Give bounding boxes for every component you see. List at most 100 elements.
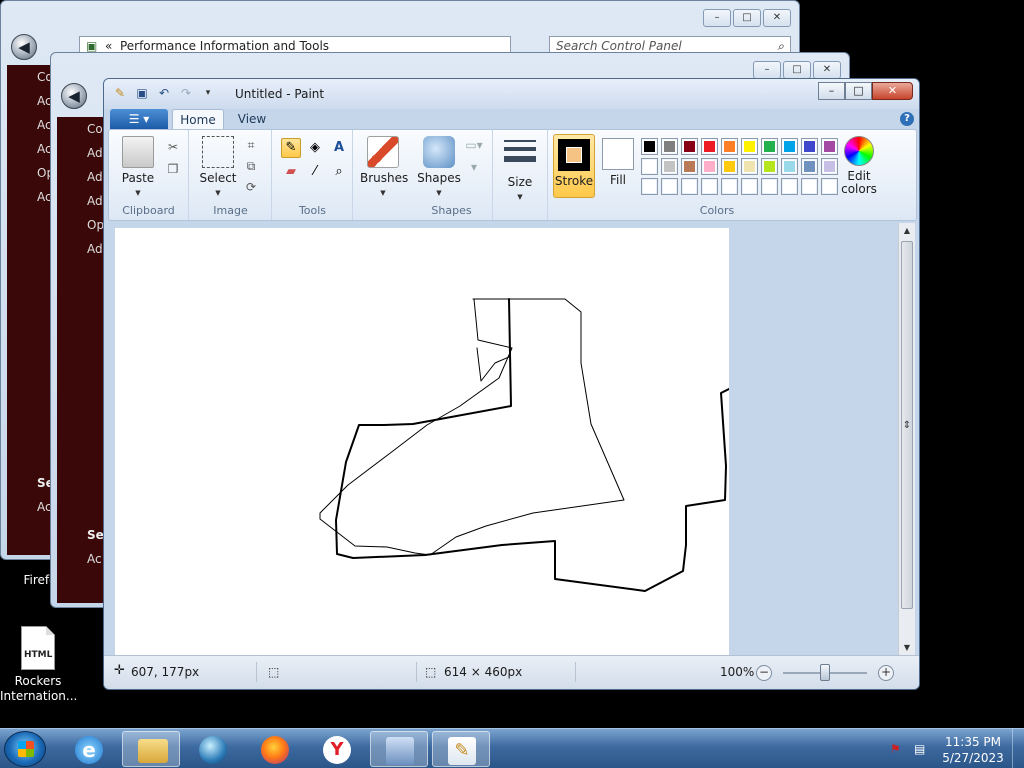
help-icon[interactable]: ? <box>900 112 914 126</box>
paint-menu-button[interactable]: ☰ ▾ <box>110 109 168 129</box>
start-button[interactable] <box>4 731 46 767</box>
taskbar-firefox[interactable] <box>246 731 304 767</box>
desktop-icon-html-file[interactable]: HTML Rockers Internation... <box>0 626 77 704</box>
back-button[interactable]: ◀ <box>61 83 87 109</box>
color-swatch[interactable] <box>681 178 698 195</box>
shapes-button[interactable]: Shapes ▼ <box>417 136 461 200</box>
undo-icon[interactable]: ↶ <box>156 85 172 101</box>
select-button[interactable]: Select ▼ <box>198 136 238 200</box>
taskbar-yandex[interactable]: Y <box>308 731 366 767</box>
color-swatch[interactable] <box>741 158 758 175</box>
paste-button[interactable]: Paste ▼ <box>117 136 159 200</box>
color-swatch[interactable] <box>741 138 758 155</box>
color-swatch[interactable] <box>761 158 778 175</box>
title-bar[interactable]: ✎ ▣ ↶ ↷ ▾ Untitled - Paint – □ ✕ <box>104 79 919 109</box>
clock[interactable]: 11:35 PM 5/27/2023 <box>940 734 1006 766</box>
fill-style-icon[interactable]: ▾ <box>465 158 483 176</box>
customize-qat-icon[interactable]: ▾ <box>200 85 216 101</box>
save-icon[interactable]: ▣ <box>134 85 150 101</box>
rotate-icon[interactable]: ⟳ <box>242 178 260 196</box>
copy-icon[interactable]: ❐ <box>164 160 182 178</box>
color-swatch[interactable] <box>721 178 738 195</box>
taskbar-internet-explorer[interactable]: e <box>60 731 118 767</box>
color-swatch[interactable] <box>821 158 838 175</box>
color-swatch[interactable] <box>761 138 778 155</box>
eraser-icon[interactable]: ▰ <box>281 162 301 182</box>
color-swatch[interactable] <box>701 158 718 175</box>
color-swatch[interactable] <box>801 138 818 155</box>
close-button[interactable]: ✕ <box>763 9 791 27</box>
zoom-out-icon[interactable]: − <box>756 665 772 681</box>
magnifier-icon[interactable]: ⌕ <box>329 162 349 182</box>
tab-view[interactable]: View <box>232 109 272 130</box>
color-swatch[interactable] <box>801 158 818 175</box>
color-swatch[interactable] <box>781 178 798 195</box>
color-swatch[interactable] <box>641 178 658 195</box>
color-swatch[interactable] <box>821 138 838 155</box>
sidebar-item[interactable]: Ad <box>57 165 107 189</box>
tab-home[interactable]: Home <box>172 109 224 130</box>
maximize-button[interactable]: □ <box>783 61 811 79</box>
stroke-color-button[interactable]: Stroke <box>553 134 595 198</box>
sidebar-item[interactable]: Ad <box>57 189 107 213</box>
taskbar-explorer[interactable] <box>122 731 180 767</box>
zoom-in-icon[interactable]: + <box>878 665 894 681</box>
sidebar-item[interactable]: Co <box>57 117 107 141</box>
color-swatch[interactable] <box>701 138 718 155</box>
scroll-down-icon[interactable]: ▼ <box>899 643 915 652</box>
color-swatch[interactable] <box>641 158 658 175</box>
color-swatch[interactable] <box>681 138 698 155</box>
close-button[interactable]: ✕ <box>872 82 913 100</box>
minimize-button[interactable]: – <box>703 9 731 27</box>
crop-icon[interactable]: ⌗ <box>242 136 260 154</box>
paint-window[interactable]: ✎ ▣ ↶ ↷ ▾ Untitled - Paint – □ ✕ ☰ ▾ Hom… <box>103 78 920 690</box>
minimize-button[interactable]: – <box>753 61 781 79</box>
sidebar-item[interactable]: Ad <box>57 237 107 261</box>
outline-icon[interactable]: ▭▾ <box>465 136 483 154</box>
color-swatch[interactable] <box>781 138 798 155</box>
color-swatch[interactable] <box>721 138 738 155</box>
resize-icon[interactable]: ⧉ <box>242 157 260 175</box>
color-swatch[interactable] <box>661 178 678 195</box>
pencil-tool-icon[interactable]: ✎ <box>281 138 301 158</box>
show-desktop-button[interactable] <box>1012 729 1024 768</box>
scroll-up-icon[interactable]: ▲ <box>899 226 915 235</box>
fill-bucket-icon[interactable]: ◈ <box>305 138 325 158</box>
color-swatch[interactable] <box>641 138 658 155</box>
back-button[interactable]: ◀ <box>11 34 37 60</box>
taskbar-paint[interactable]: ✎ <box>432 731 490 767</box>
minimize-button[interactable]: – <box>818 82 845 100</box>
taskbar-control-panel[interactable] <box>370 731 428 767</box>
maximize-button[interactable]: □ <box>733 9 761 27</box>
color-swatch[interactable] <box>781 158 798 175</box>
sidebar-item[interactable]: Ad <box>57 141 107 165</box>
sidebar-item[interactable]: Ac <box>57 547 107 571</box>
brushes-button[interactable]: Brushes ▼ <box>360 136 408 200</box>
taskbar-media[interactable] <box>184 731 242 767</box>
sidebar-item[interactable]: Op <box>57 213 107 237</box>
color-swatch[interactable] <box>661 158 678 175</box>
canvas-workspace[interactable] <box>108 223 899 656</box>
color-swatch[interactable] <box>801 178 818 195</box>
maximize-button[interactable]: □ <box>845 82 872 100</box>
color-swatch[interactable] <box>701 178 718 195</box>
color-swatch[interactable] <box>661 138 678 155</box>
close-button[interactable]: ✕ <box>813 61 841 79</box>
network-icon[interactable]: ▤ <box>914 741 925 757</box>
action-center-icon[interactable]: ⚑ <box>890 741 901 757</box>
edit-colors-button[interactable]: Edit colors <box>839 136 879 196</box>
scroll-thumb[interactable]: ⇕ <box>901 241 913 609</box>
cut-icon[interactable]: ✂ <box>164 138 182 156</box>
color-picker-icon[interactable]: ⁄ <box>305 162 325 182</box>
color-swatch[interactable] <box>761 178 778 195</box>
color-swatch[interactable] <box>821 178 838 195</box>
fill-color-button[interactable]: Fill <box>599 138 637 187</box>
redo-icon[interactable]: ↷ <box>178 85 194 101</box>
color-swatch[interactable] <box>681 158 698 175</box>
size-button[interactable]: Size ▼ <box>500 136 540 204</box>
color-swatch[interactable] <box>741 178 758 195</box>
drawing-canvas[interactable] <box>115 228 729 656</box>
zoom-slider-thumb[interactable] <box>820 664 830 681</box>
vertical-scrollbar[interactable]: ▲ ⇕ ▼ <box>898 223 915 655</box>
color-swatch[interactable] <box>721 158 738 175</box>
